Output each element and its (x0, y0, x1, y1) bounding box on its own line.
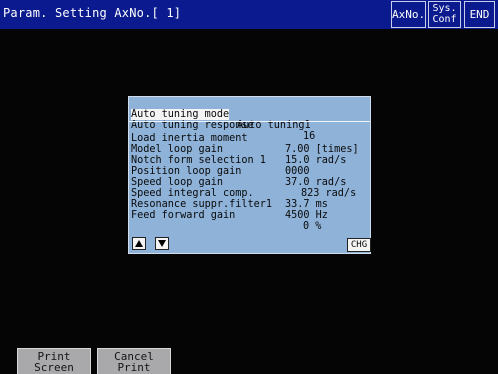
scroll-up-button[interactable] (132, 237, 146, 250)
cancel-print-label-line2: Print (117, 361, 151, 374)
parameter-value: 4500 Hz (285, 210, 328, 221)
parameter-row-position-loop-gain[interactable]: Position loop gain 37.0 rad/s (131, 155, 346, 188)
parameter-value: 823 rad/s (301, 188, 357, 199)
parameter-value: 15.0 rad/s (285, 155, 347, 166)
triangle-down-icon (158, 240, 166, 247)
parameter-value: 16 (303, 131, 316, 142)
page-title: Param. Setting AxNo.[ 1] (3, 6, 182, 20)
cancel-print-button[interactable]: Cancel Print (97, 348, 171, 374)
scroll-down-button[interactable] (155, 237, 169, 250)
parameter-value: 0000 (285, 166, 310, 177)
system-config-button[interactable]: Sys. Conf (428, 1, 461, 28)
parameter-panel: Auto tuning mode Auto tuning1 Auto tunin… (128, 96, 371, 254)
parameter-row-feed-forward-gain[interactable]: Feed forward gain 0 % (131, 199, 321, 232)
parameter-row-auto-tuning-mode[interactable]: Auto tuning mode Auto tuning1 (131, 98, 311, 131)
end-button[interactable]: END (464, 1, 495, 28)
parameter-value: 33.7 ms (285, 199, 328, 210)
parameter-value: 7.00 [times] (285, 144, 359, 155)
parameter-row-load-inertia-moment[interactable]: Load inertia moment 7.00 [times] (131, 122, 359, 155)
parameter-row-speed-loop-gain[interactable]: Speed loop gain 823 rad/s (131, 166, 356, 199)
print-screen-label-line2: Screen (34, 361, 74, 374)
parameter-row-notch-form-selection[interactable]: Notch form selection 1 0000 (131, 144, 310, 177)
parameter-value: 37.0 rad/s (285, 177, 347, 188)
change-button[interactable]: CHG (347, 238, 371, 252)
parameter-row-auto-tuning-response[interactable]: Auto tuning response 16 (131, 109, 315, 142)
parameter-row-resonance-suppr-filter[interactable]: Resonance suppr.filter1 4500 Hz (131, 188, 328, 221)
system-config-label-line1: Sys. (432, 3, 457, 14)
title-bar: Param. Setting AxNo.[ 1] AxNo. Sys. Conf… (0, 0, 498, 29)
axis-number-button[interactable]: AxNo. (391, 1, 426, 28)
triangle-up-icon (135, 240, 143, 247)
parameter-value: 0 % (303, 221, 322, 232)
system-config-label-line2: Conf (432, 14, 457, 25)
parameter-label: Feed forward gain (131, 210, 236, 221)
hmi-screen: Param. Setting AxNo.[ 1] AxNo. Sys. Conf… (0, 0, 498, 374)
print-screen-button[interactable]: Print Screen (17, 348, 91, 374)
parameter-row-speed-integral-comp[interactable]: Speed integral comp. 33.7 ms (131, 177, 328, 210)
parameter-row-model-loop-gain[interactable]: Model loop gain 15.0 rad/s (131, 133, 346, 166)
